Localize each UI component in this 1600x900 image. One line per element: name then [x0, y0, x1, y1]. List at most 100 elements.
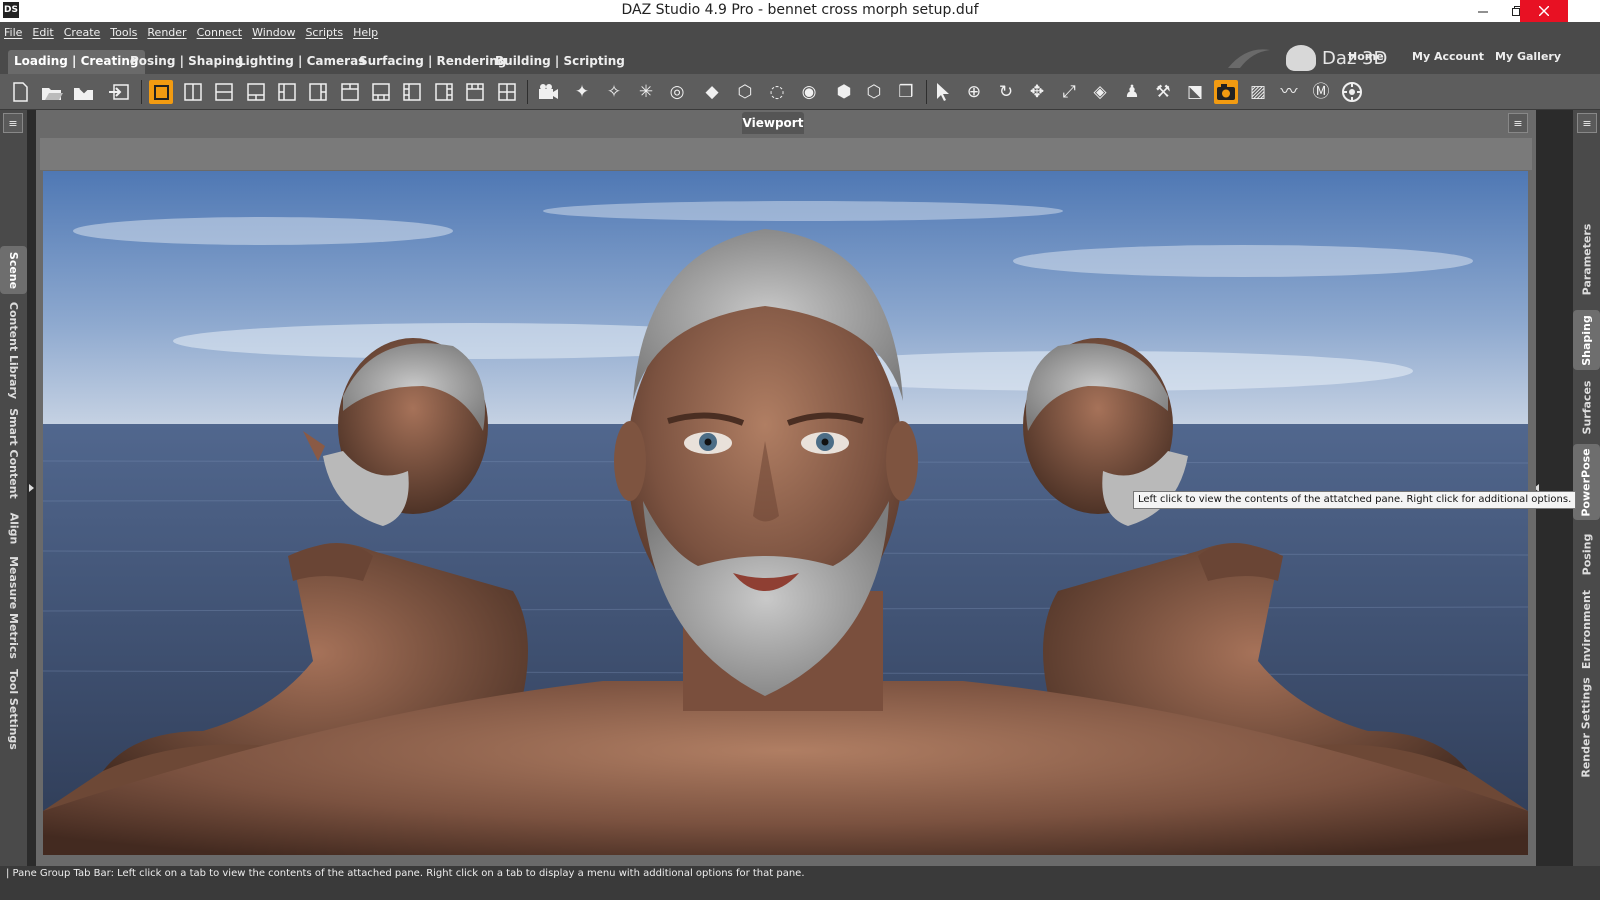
- status-bar: | Pane Group Tab Bar: Left click on a ta…: [0, 866, 1600, 900]
- menu-connect[interactable]: Connect: [197, 26, 242, 39]
- universal-tool-icon[interactable]: ⊕: [962, 80, 986, 104]
- translate-tool-icon[interactable]: ✥: [1025, 80, 1049, 104]
- tab-posing-label: Posing: [1580, 533, 1593, 575]
- expand-left-pane-icon[interactable]: [29, 484, 34, 492]
- tab-scene[interactable]: Scene: [0, 246, 27, 294]
- split-horizontal-icon[interactable]: [212, 80, 236, 104]
- viewport-canvas[interactable]: [43, 171, 1528, 855]
- three-bottom-icon[interactable]: [369, 80, 393, 104]
- menu-render[interactable]: Render: [147, 26, 186, 39]
- joint-editor-icon[interactable]: ⚒: [1151, 80, 1175, 104]
- tab-building-scripting[interactable]: Building | Scripting: [489, 50, 631, 74]
- menu-window[interactable]: Window: [252, 26, 295, 39]
- node-selection-icon[interactable]: [931, 80, 955, 104]
- toolbar-separator: [527, 80, 528, 104]
- tab-measure-metrics-label: Measure Metrics: [7, 555, 21, 659]
- active-pose-icon[interactable]: ♟: [1120, 80, 1144, 104]
- split-top-icon[interactable]: [338, 80, 362, 104]
- figure-setup-icon[interactable]: 〰: [1277, 80, 1301, 104]
- tab-lighting-cameras[interactable]: Lighting | Cameras: [232, 50, 371, 74]
- tab-scene-label: Scene: [7, 251, 21, 289]
- quad-view-icon[interactable]: [495, 80, 519, 104]
- tab-align[interactable]: Align: [0, 508, 27, 548]
- split-left-icon[interactable]: [275, 80, 299, 104]
- home-link[interactable]: Home: [1348, 50, 1384, 63]
- create-null-icon[interactable]: ⬡: [733, 80, 757, 104]
- left-pane-tab-bar: ≡ Scene Content Library Smart Content Al…: [0, 110, 27, 888]
- create-node-icon[interactable]: ⬡: [862, 80, 886, 104]
- tab-smart-content-label: Smart Content: [7, 407, 20, 499]
- menu-file[interactable]: File: [4, 26, 22, 39]
- daz-logo-icon: [1286, 45, 1316, 71]
- open-file-icon[interactable]: [40, 80, 64, 104]
- my-gallery-link[interactable]: My Gallery: [1495, 50, 1561, 63]
- tab-shaping[interactable]: Shaping: [1573, 310, 1600, 370]
- close-icon[interactable]: [1520, 0, 1568, 22]
- pane-options-icon[interactable]: ≡: [3, 113, 23, 133]
- tab-render-settings-label: Render Settings: [1580, 676, 1593, 778]
- minimize-icon[interactable]: [1466, 0, 1500, 22]
- main-toolbar: ✦ ✧ ✳ ◎ ◆ ⬡ ◌ ◉ ⬢ ⬡ ❒ ⊕ ↻ ✥ ⤢ ◈ ♟ ⚒ ⬔ ▨ …: [0, 74, 1600, 110]
- import-icon[interactable]: [107, 80, 131, 104]
- create-spotlight-icon[interactable]: ✦: [570, 80, 594, 104]
- create-area-light-icon[interactable]: ◎: [665, 80, 689, 104]
- three-top-icon[interactable]: [463, 80, 487, 104]
- three-left-icon[interactable]: [400, 80, 424, 104]
- menu-help[interactable]: Help: [353, 26, 378, 39]
- rotate-tool-icon[interactable]: ↻: [994, 80, 1018, 104]
- spot-render-icon[interactable]: [1214, 80, 1238, 104]
- create-primitive-icon[interactable]: ◆: [700, 80, 724, 104]
- create-point-light-icon[interactable]: ✧: [602, 80, 626, 104]
- create-figure-icon[interactable]: ❒: [894, 80, 918, 104]
- create-distant-light-icon[interactable]: ✳: [634, 80, 658, 104]
- tab-content-library[interactable]: Content Library: [0, 301, 27, 398]
- toolbar-separator: [141, 80, 142, 104]
- tab-align-label: Align: [7, 512, 21, 544]
- new-file-icon[interactable]: [8, 80, 32, 104]
- tab-measure-metrics[interactable]: Measure Metrics: [0, 555, 27, 659]
- tab-powerpose[interactable]: PowerPose: [1573, 444, 1600, 520]
- single-view-icon[interactable]: [149, 80, 173, 104]
- menu-scripts[interactable]: Scripts: [305, 26, 343, 39]
- viewport-options-icon[interactable]: ≡: [1508, 113, 1528, 133]
- tab-parameters-label: Parameters: [1580, 223, 1593, 295]
- menu-tools[interactable]: Tools: [110, 26, 137, 39]
- title-bar: DS DAZ Studio 4.9 Pro - bennet cross mor…: [0, 0, 1600, 22]
- tab-parameters[interactable]: Parameters: [1573, 220, 1600, 298]
- menu-create[interactable]: Create: [64, 26, 101, 39]
- merge-file-icon[interactable]: [72, 80, 96, 104]
- tab-environment[interactable]: Environment: [1573, 588, 1600, 670]
- menu-edit[interactable]: Edit: [32, 26, 53, 39]
- three-right-icon[interactable]: [432, 80, 456, 104]
- tab-posing-shaping[interactable]: Posing | Shaping: [124, 50, 249, 74]
- window-title: DAZ Studio 4.9 Pro - bennet cross morph …: [621, 2, 979, 18]
- geometry-sculptor-icon[interactable]: ▨: [1246, 80, 1270, 104]
- status-text: | Pane Group Tab Bar: Left click on a ta…: [6, 868, 805, 879]
- tab-smart-content[interactable]: Smart Content: [0, 407, 27, 499]
- tab-viewport[interactable]: Viewport: [742, 112, 804, 134]
- right-pane-tab-bar: ≡ Parameters Shaping Surfaces PowerPose …: [1573, 110, 1600, 888]
- tab-powerpose-label: PowerPose: [1580, 447, 1594, 517]
- transform-gizmo-icon[interactable]: [1340, 80, 1364, 104]
- my-account-link[interactable]: My Account: [1412, 50, 1484, 63]
- create-group-icon[interactable]: ◌: [765, 80, 789, 104]
- pane-options-icon[interactable]: ≡: [1577, 113, 1597, 133]
- tab-tool-settings-label: Tool Settings: [7, 668, 20, 750]
- create-proxy-icon[interactable]: ⬢: [832, 80, 856, 104]
- tab-posing[interactable]: Posing: [1573, 528, 1600, 580]
- split-vertical-icon[interactable]: [181, 80, 205, 104]
- tab-tool-settings[interactable]: Tool Settings: [0, 668, 27, 750]
- tab-surfaces-label: Surfaces: [1580, 380, 1594, 434]
- scale-tool-icon[interactable]: ⤢: [1057, 80, 1081, 104]
- create-instance-icon[interactable]: ◉: [797, 80, 821, 104]
- surface-selection-icon[interactable]: ◈: [1088, 80, 1112, 104]
- create-camera-icon[interactable]: [536, 80, 560, 104]
- tab-surfaces[interactable]: Surfaces: [1573, 376, 1600, 438]
- morph-loader-icon[interactable]: Ⓜ: [1309, 80, 1333, 104]
- tab-shaping-label: Shaping: [1580, 314, 1593, 366]
- geometry-editor-icon[interactable]: ⬔: [1183, 80, 1207, 104]
- viewport-header: [40, 138, 1532, 170]
- split-right-icon[interactable]: [306, 80, 330, 104]
- split-bottom-icon[interactable]: [244, 80, 268, 104]
- tab-render-settings[interactable]: Render Settings: [1573, 676, 1600, 778]
